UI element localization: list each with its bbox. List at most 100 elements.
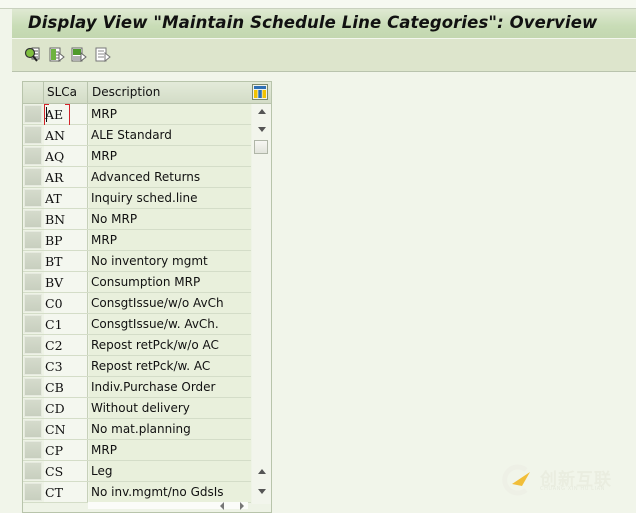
row-selector[interactable]: [24, 336, 42, 354]
description-cell[interactable]: ConsgtIssue/w/o AvCh: [89, 293, 251, 313]
table-row[interactable]: BV Consumption MRP: [23, 272, 251, 293]
table-row[interactable]: CD Without delivery: [23, 398, 251, 419]
description-cell[interactable]: No inventory mgmt: [89, 251, 251, 271]
table-row[interactable]: AR Advanced Returns: [23, 167, 251, 188]
slca-cell[interactable]: C3: [44, 356, 88, 376]
table-row[interactable]: BT No inventory mgmt: [23, 251, 251, 272]
slca-cell[interactable]: BT: [44, 251, 88, 271]
table-row[interactable]: C3 Repost retPck/w. AC: [23, 356, 251, 377]
magnifier-list-icon[interactable]: [24, 46, 41, 63]
slca-cell[interactable]: AR: [44, 167, 88, 187]
row-selector[interactable]: [24, 252, 42, 270]
row-selector[interactable]: [24, 210, 42, 228]
description-cell[interactable]: No inv.mgmt/no GdsIs: [89, 482, 251, 502]
description-cell[interactable]: Advanced Returns: [89, 167, 251, 187]
slca-cell[interactable]: CB: [44, 377, 88, 397]
description-cell[interactable]: No mat.planning: [89, 419, 251, 439]
slca-cell[interactable]: BV: [44, 272, 88, 292]
row-selector[interactable]: [24, 273, 42, 291]
description-cell[interactable]: ConsgtIssue/w. AvCh.: [89, 314, 251, 334]
row-selector[interactable]: [24, 441, 42, 459]
row-selector[interactable]: [24, 168, 42, 186]
table-row[interactable]: CS Leg: [23, 461, 251, 482]
table-row[interactable]: BN No MRP: [23, 209, 251, 230]
slca-cell[interactable]: C0: [44, 293, 88, 313]
select-all-icon[interactable]: [48, 46, 65, 63]
deselect-all-icon[interactable]: [94, 46, 111, 63]
table-body: AE MRP AN ALE Standard AQ MRP AR Advanced Retur…: [23, 104, 251, 503]
slca-cell[interactable]: CP: [44, 440, 88, 460]
table-row[interactable]: C1 ConsgtIssue/w. AvCh.: [23, 314, 251, 335]
slca-cell[interactable]: CD: [44, 398, 88, 418]
row-selector[interactable]: [24, 189, 42, 207]
table-row[interactable]: AT Inquiry sched.line: [23, 188, 251, 209]
row-selector[interactable]: [24, 231, 42, 249]
row-selector[interactable]: [24, 483, 42, 501]
horizontal-scrollbar[interactable]: [88, 502, 248, 509]
slca-cell[interactable]: BN: [44, 209, 88, 229]
description-cell[interactable]: Repost retPck/w/o AC: [89, 335, 251, 355]
description-cell[interactable]: MRP: [89, 230, 251, 250]
row-selector[interactable]: [24, 147, 42, 165]
vertical-scrollbar[interactable]: [252, 104, 271, 504]
schedule-line-categories-table: SLCa Description AE MRP AN ALE Standard AQ MR…: [22, 81, 272, 513]
row-selector[interactable]: [24, 105, 42, 123]
slca-cell[interactable]: AE: [44, 104, 88, 124]
select-block-icon[interactable]: [70, 46, 87, 63]
slca-cell[interactable]: AT: [44, 188, 88, 208]
slca-cell[interactable]: C2: [44, 335, 88, 355]
slca-cell[interactable]: C1: [44, 314, 88, 334]
table-row[interactable]: AE MRP: [23, 104, 251, 126]
window-top-strip: [0, 0, 636, 9]
table-row[interactable]: BP MRP: [23, 230, 251, 251]
scroll-up-button[interactable]: [255, 106, 268, 118]
description-cell[interactable]: ALE Standard: [89, 125, 251, 145]
table-row[interactable]: C0 ConsgtIssue/w/o AvCh: [23, 293, 251, 314]
scrollbar-thumb[interactable]: [254, 140, 268, 154]
table-header: SLCa Description: [23, 82, 271, 104]
slca-cell[interactable]: AN: [44, 125, 88, 145]
table-row[interactable]: CN No mat.planning: [23, 419, 251, 440]
page-title: Display View "Maintain Schedule Line Cat…: [28, 13, 598, 32]
slca-cell[interactable]: BP: [44, 230, 88, 250]
table-row[interactable]: CB Indiv.Purchase Order: [23, 377, 251, 398]
page-up-button[interactable]: [255, 466, 268, 478]
scroll-down-button[interactable]: [255, 124, 268, 136]
row-selector[interactable]: [24, 420, 42, 438]
description-cell[interactable]: Without delivery: [89, 398, 251, 418]
slca-cell[interactable]: CT: [44, 482, 88, 502]
table-row[interactable]: AN ALE Standard: [23, 125, 251, 146]
row-selector[interactable]: [24, 126, 42, 144]
row-selector[interactable]: [24, 294, 42, 312]
table-row[interactable]: CT No inv.mgmt/no GdsIs: [23, 482, 251, 503]
watermark-logo-icon: [502, 464, 530, 496]
description-cell[interactable]: MRP: [89, 146, 251, 166]
page-down-button[interactable]: [255, 486, 268, 498]
application-toolbar: [12, 39, 636, 72]
slca-cell[interactable]: CN: [44, 419, 88, 439]
row-selector[interactable]: [24, 378, 42, 396]
description-cell[interactable]: Inquiry sched.line: [89, 188, 251, 208]
description-cell[interactable]: Leg: [89, 461, 251, 481]
description-cell[interactable]: MRP: [89, 104, 251, 124]
column-header-slca[interactable]: SLCa: [44, 82, 88, 103]
row-selector[interactable]: [24, 357, 42, 375]
table-settings-icon[interactable]: [252, 84, 268, 100]
row-selector[interactable]: [24, 462, 42, 480]
description-cell[interactable]: No MRP: [89, 209, 251, 229]
description-cell[interactable]: Consumption MRP: [89, 272, 251, 292]
row-selector[interactable]: [24, 399, 42, 417]
select-all-rows-cell[interactable]: [23, 82, 44, 103]
table-row[interactable]: AQ MRP: [23, 146, 251, 167]
row-selector[interactable]: [24, 315, 42, 333]
slca-cell[interactable]: AQ: [44, 146, 88, 166]
column-header-description[interactable]: Description: [89, 82, 251, 103]
table-row[interactable]: C2 Repost retPck/w/o AC: [23, 335, 251, 356]
text-caret: [46, 107, 47, 122]
description-cell[interactable]: Repost retPck/w. AC: [89, 356, 251, 376]
description-cell[interactable]: MRP: [89, 440, 251, 460]
watermark-subtext: CHUANG XIN HU LIAN: [540, 486, 605, 492]
description-cell[interactable]: Indiv.Purchase Order: [89, 377, 251, 397]
table-row[interactable]: CP MRP: [23, 440, 251, 461]
slca-cell[interactable]: CS: [44, 461, 88, 481]
